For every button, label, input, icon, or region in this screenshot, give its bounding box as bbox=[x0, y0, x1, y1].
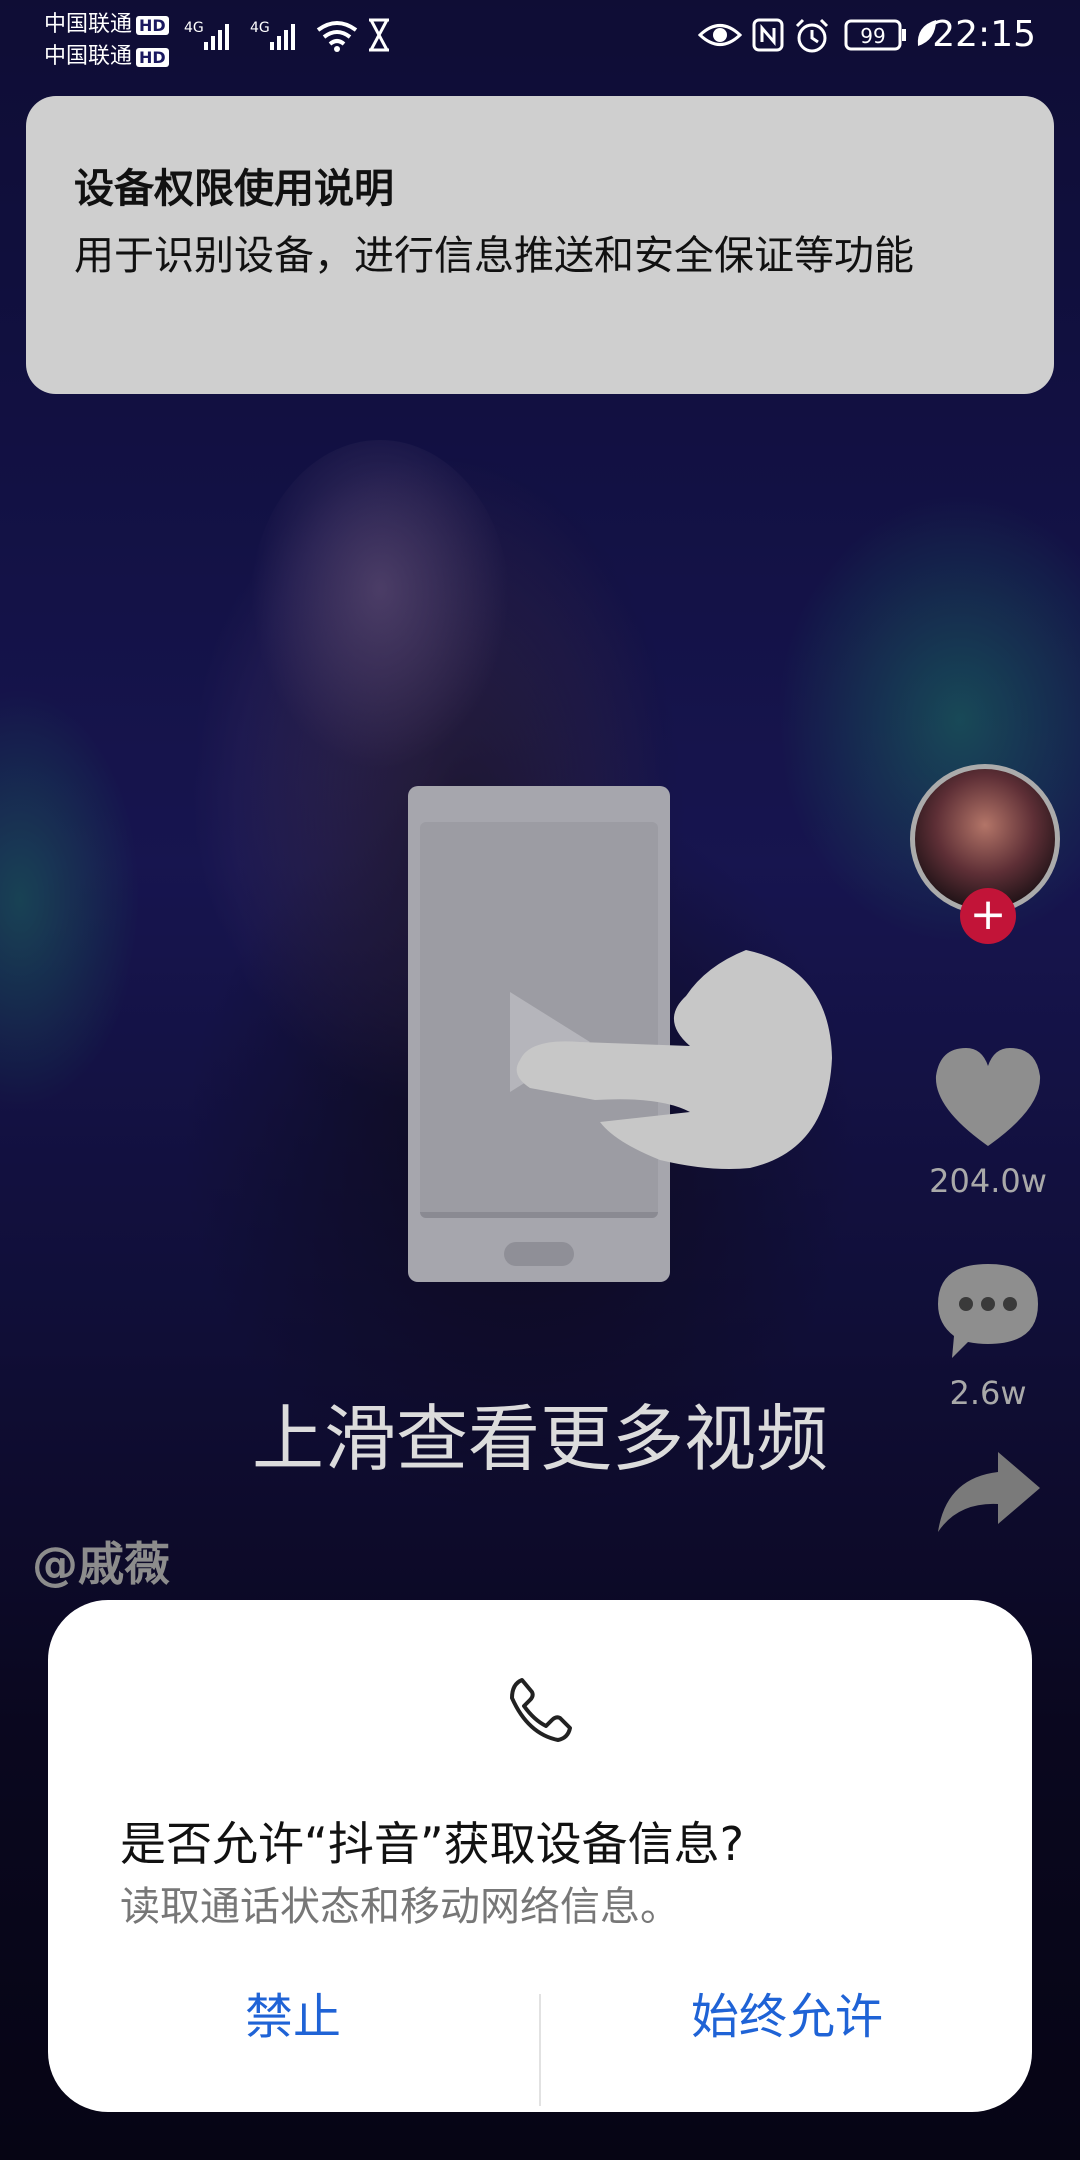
alarm-icon bbox=[795, 18, 829, 53]
hand-icon bbox=[516, 950, 832, 1169]
nfc-icon bbox=[752, 18, 784, 52]
dialog-description: 读取通话状态和移动网络信息。 bbox=[120, 1884, 680, 1930]
battery-level: 99 bbox=[860, 24, 885, 48]
hd-badge: HD bbox=[136, 15, 169, 35]
author-name[interactable]: @戚薇 bbox=[32, 1528, 170, 1594]
eye-icon bbox=[698, 24, 742, 46]
banner-text: 用于识别设备，进行信息推送和安全保证等功能 bbox=[74, 233, 914, 279]
clock: 22:15 bbox=[932, 14, 1036, 55]
dialog-title: 是否允许“抖音”获取设备信息? bbox=[120, 1817, 745, 1871]
like-count: 204.0w bbox=[929, 1162, 1047, 1200]
carrier-2: 中国联通 HD bbox=[44, 38, 169, 70]
carrier-1-name: 中国联通 bbox=[44, 12, 133, 37]
network-label: 4G bbox=[184, 20, 204, 36]
carrier-1: 中国联通 HD bbox=[44, 6, 169, 38]
always-allow-button[interactable]: 始终允许 bbox=[542, 1952, 1032, 2082]
phone-icon bbox=[510, 1678, 572, 1742]
signal-icon-2: 4G bbox=[250, 20, 295, 50]
comment-count: 2.6w bbox=[949, 1374, 1027, 1412]
wifi-icon bbox=[316, 21, 358, 52]
follow-button[interactable]: + bbox=[960, 888, 1016, 944]
banner-title: 设备权限使用说明 bbox=[74, 166, 394, 212]
hourglass-icon bbox=[369, 18, 389, 52]
share-icon[interactable] bbox=[934, 1448, 1042, 1534]
status-bar: 中国联通 HD 中国联通 HD 4G 4G 99 22:15 bbox=[0, 0, 1080, 70]
comment-icon[interactable] bbox=[934, 1260, 1042, 1360]
button-divider bbox=[539, 1994, 541, 2106]
permission-explanation-banner: 设备权限使用说明 用于识别设备，进行信息推送和安全保证等功能 bbox=[26, 96, 1054, 394]
carrier-2-name: 中国联通 bbox=[44, 44, 133, 69]
deny-button[interactable]: 禁止 bbox=[48, 1952, 538, 2082]
heart-icon[interactable] bbox=[932, 1046, 1044, 1150]
signal-icon: 4G bbox=[184, 20, 229, 50]
guide-phone-home-button bbox=[504, 1242, 574, 1266]
permission-dialog: 是否允许“抖音”获取设备信息? 读取通话状态和移动网络信息。 禁止 始终允许 bbox=[48, 1600, 1032, 2112]
battery-icon: 99 bbox=[844, 19, 906, 51]
network-label-2: 4G bbox=[250, 20, 270, 36]
hd-badge-2: HD bbox=[136, 47, 169, 67]
